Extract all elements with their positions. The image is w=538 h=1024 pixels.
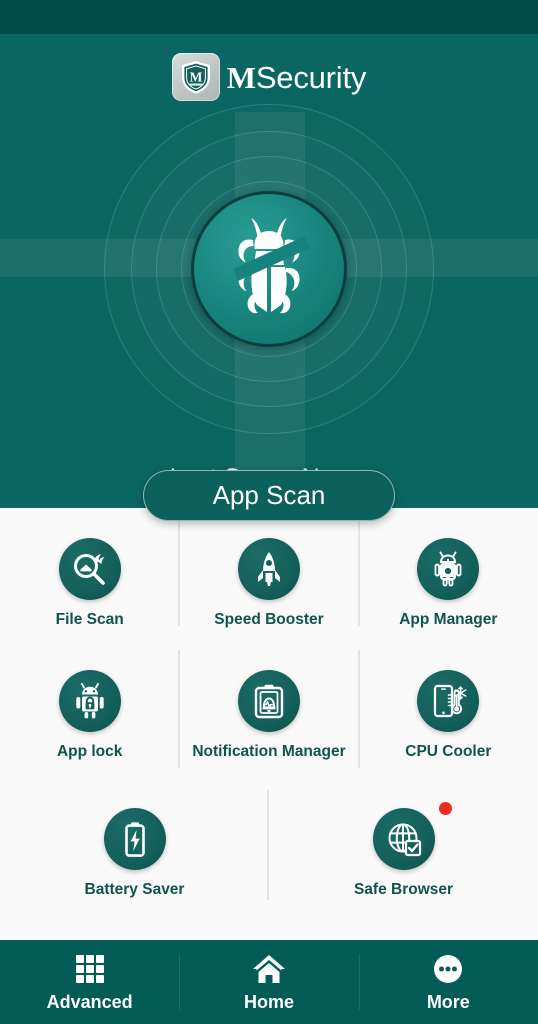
shield-m-logo-icon: M [171, 53, 220, 101]
svg-text:M: M [189, 70, 202, 85]
feature-cpu-cooler[interactable]: CPU Cooler [359, 670, 538, 790]
nav-label: More [426, 991, 470, 1012]
feature-notification-manager[interactable]: Notification Manager [179, 670, 358, 790]
feature-row-3: Battery Saver Safe Browser [0, 790, 538, 920]
phone-thermometer-snowflake-icon [417, 670, 480, 732]
globe-check-icon [372, 802, 452, 870]
app-scan-button[interactable]: App Scan [143, 470, 395, 521]
android-gear-icon [417, 538, 480, 600]
nav-item-more[interactable]: More [358, 940, 538, 1024]
ellipsis-circle-icon [431, 952, 465, 986]
feature-battery-saver[interactable]: Battery Saver [0, 808, 269, 920]
nav-label: Home [243, 991, 294, 1012]
bottom-navigation: Advanced Home More [0, 940, 538, 1024]
android-padlock-icon [58, 670, 121, 732]
page-title: MSecurity [226, 59, 367, 95]
feature-label: App Manager [399, 611, 498, 628]
notification-badge-dot [438, 802, 452, 815]
feature-app-manager[interactable]: App Manager [359, 538, 538, 650]
grid-apps-icon [73, 952, 107, 986]
nav-item-advanced[interactable]: Advanced [0, 940, 179, 1024]
feature-file-scan[interactable]: File Scan [0, 538, 179, 650]
nav-item-home[interactable]: Home [179, 940, 358, 1024]
feature-label: App lock [56, 743, 123, 760]
feature-speed-booster[interactable]: Speed Booster [179, 538, 358, 650]
feature-panel: File Scan Speed Booster App Manager App … [0, 508, 538, 940]
brand-initial: M [226, 59, 256, 95]
nav-label: Advanced [46, 991, 133, 1012]
battery-bolt-icon [103, 808, 166, 870]
app-brand: M MSecurity [0, 53, 538, 101]
clipboard-bell-icon [237, 670, 300, 732]
feature-label: Safe Browser [353, 881, 454, 898]
feature-label: Battery Saver [84, 881, 185, 898]
brand-name: Security [255, 59, 367, 95]
magnifier-file-scan-icon [58, 538, 121, 600]
feature-row-2: App lock Notification Manager CPU Cooler [0, 650, 538, 790]
feature-app-lock[interactable]: App lock [0, 670, 179, 790]
feature-label: File Scan [55, 611, 124, 628]
feature-safe-browser[interactable]: Safe Browser [269, 802, 538, 920]
rocket-icon [237, 538, 300, 600]
beetle-bug-icon[interactable] [191, 191, 347, 347]
feature-label: Notification Manager [192, 743, 346, 760]
feature-label: CPU Cooler [405, 743, 492, 760]
feature-row-1: File Scan Speed Booster App Manager [0, 508, 538, 650]
hero-section: M MSecurity [0, 34, 538, 520]
feature-label: Speed Booster [214, 611, 324, 628]
house-icon [252, 952, 286, 986]
status-bar [0, 0, 538, 34]
